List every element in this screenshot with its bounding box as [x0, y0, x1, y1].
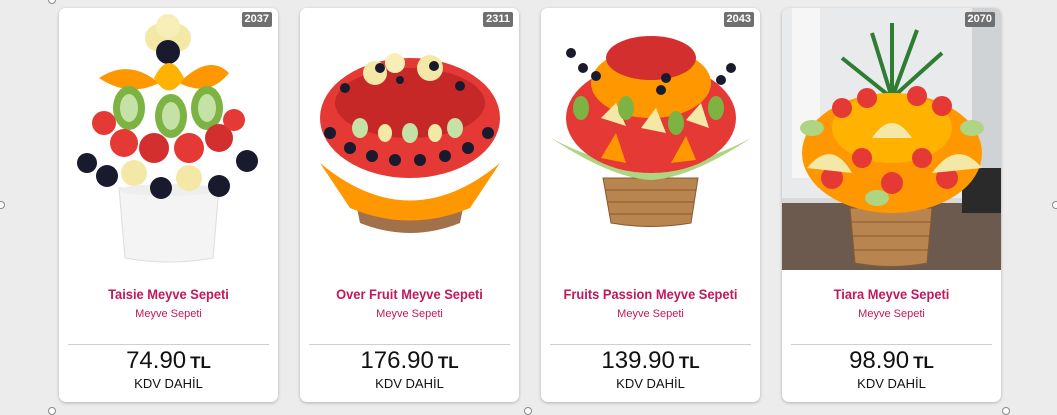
vat-note: KDV DAHİL [375, 376, 444, 391]
product-card[interactable]: 2311 Over Fruit Meyve Sepeti Meyve Sepet… [300, 8, 519, 402]
price-currency: TL [190, 353, 211, 372]
divider [791, 344, 992, 345]
price-currency: TL [913, 353, 934, 372]
price-value: 139.90 [601, 347, 675, 374]
resize-handle-bottom-left[interactable] [48, 407, 56, 415]
resize-handle-top-left[interactable] [48, 0, 56, 4]
product-code-badge: 2070 [964, 12, 995, 27]
product-price: 176.90 TL [300, 347, 519, 375]
product-code-badge: 2311 [483, 12, 513, 27]
product-price: 98.90 TL [782, 347, 1001, 375]
product-code-badge: 2043 [723, 12, 754, 27]
product-image[interactable] [541, 8, 760, 270]
resize-handle-right[interactable] [1052, 201, 1057, 209]
resize-handle-left[interactable] [0, 201, 5, 209]
product-price: 139.90 TL [541, 347, 760, 375]
product-category: Meyve Sepeti [858, 308, 925, 320]
price-currency: TL [678, 353, 700, 372]
product-code-badge: 2037 [241, 12, 272, 27]
product-card[interactable]: 2043 Fruits Passion Meyve Sepeti Meyve S… [541, 8, 760, 402]
product-image[interactable] [59, 8, 278, 270]
divider [550, 344, 751, 345]
vat-note: KDV DAHİL [616, 376, 685, 391]
price-value: 74.90 [126, 347, 187, 374]
product-card[interactable]: 2070 Tiara Meyve Sepeti Meyve Sepeti 98.… [782, 8, 1001, 402]
product-category: Meyve Sepeti [135, 308, 202, 320]
product-image[interactable] [300, 8, 519, 270]
vat-note: KDV DAHİL [134, 376, 203, 391]
resize-handle-bottom-middle[interactable] [524, 407, 532, 415]
product-price: 74.90 TL [59, 347, 278, 375]
vat-note: KDV DAHİL [857, 376, 926, 391]
product-category: Meyve Sepeti [617, 308, 684, 320]
product-card[interactable]: 2037 Taisie Meyve Sepeti Meyve Sepeti 74… [59, 8, 278, 402]
divider [309, 344, 510, 345]
product-image[interactable] [782, 8, 1001, 270]
price-value: 176.90 [360, 347, 434, 374]
divider [68, 344, 269, 345]
resize-handle-bottom-right[interactable] [1002, 407, 1010, 415]
product-name-link[interactable]: Over Fruit Meyve Sepeti [309, 286, 510, 302]
product-category: Meyve Sepeti [376, 308, 443, 320]
product-name-link[interactable]: Taisie Meyve Sepeti [68, 286, 269, 302]
product-name-link[interactable]: Tiara Meyve Sepeti [791, 286, 992, 302]
price-currency: TL [437, 353, 459, 372]
price-value: 98.90 [849, 347, 910, 374]
product-name-link[interactable]: Fruits Passion Meyve Sepeti [550, 286, 751, 302]
